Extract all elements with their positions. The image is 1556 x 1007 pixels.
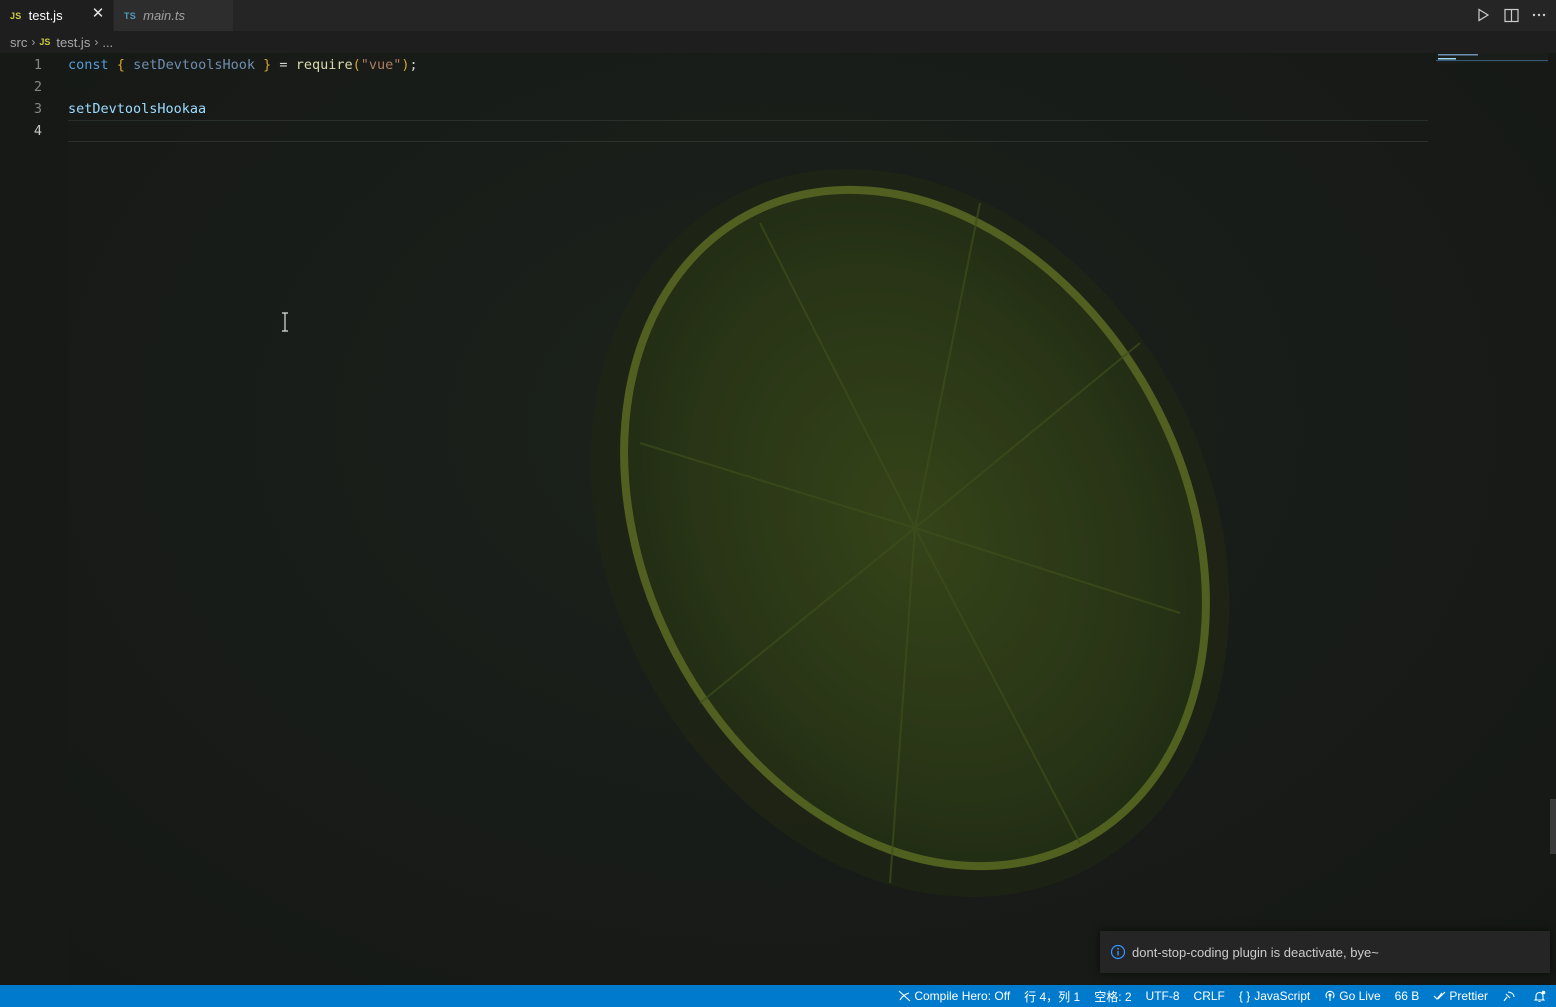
breadcrumb: src › JS test.js › ... <box>0 31 1556 53</box>
info-icon <box>1110 944 1126 960</box>
code-line-1[interactable]: const { setDevtoolsHook } = require("vue… <box>68 54 418 76</box>
braces-icon: { } <box>1238 989 1251 1003</box>
double-check-icon <box>1433 991 1446 1000</box>
bell-icon <box>1533 990 1546 1002</box>
breadcrumb-folder[interactable]: src <box>10 35 27 50</box>
minimap[interactable] <box>1436 53 1548 63</box>
status-indentation[interactable]: 空格: 2 <box>1087 985 1138 1007</box>
operator: = <box>279 57 288 73</box>
status-language[interactable]: { } JavaScript <box>1232 985 1317 1007</box>
file-size-label: 66 B <box>1394 989 1420 1003</box>
scrollbar-thumb[interactable] <box>1550 799 1556 854</box>
editor-actions <box>1474 6 1548 24</box>
string-literal: "vue" <box>360 57 402 73</box>
vertical-scrollbar[interactable] <box>1550 53 1556 985</box>
line-number-gutter: 1 2 3 4 <box>0 53 68 985</box>
split-editor-icon[interactable] <box>1502 6 1520 24</box>
paren: ) <box>401 57 410 73</box>
line-number: 2 <box>33 79 42 95</box>
breadcrumb-file[interactable]: test.js <box>56 35 90 50</box>
breadcrumb-symbols[interactable]: ... <box>102 35 113 50</box>
javascript-file-icon: JS <box>39 37 51 47</box>
language-label: JavaScript <box>1254 989 1311 1003</box>
semicolon: ; <box>409 57 418 73</box>
broadcast-icon <box>1325 990 1335 1001</box>
status-prettier[interactable]: Prettier <box>1426 985 1495 1007</box>
prettier-label: Prettier <box>1449 989 1488 1003</box>
javascript-file-icon: JS <box>10 10 22 21</box>
feedback-icon <box>1503 990 1515 1001</box>
text-cursor-icon <box>282 312 288 332</box>
function-name: require <box>295 57 353 73</box>
status-bar: Compile Hero: Off 行 4，列 1 空格: 2 UTF-8 CR… <box>0 985 1556 1007</box>
identifier: setDevtoolsHook <box>133 57 255 73</box>
tab-label: main.ts <box>143 8 186 23</box>
brace: } <box>263 57 272 73</box>
go-live-label: Go Live <box>1339 989 1381 1003</box>
status-go-live[interactable]: Go Live <box>1317 985 1387 1007</box>
status-compile-hero[interactable]: Compile Hero: Off <box>891 985 1017 1007</box>
tab-test-js[interactable]: JS test.js ✕ <box>0 0 113 31</box>
chevron-right-icon: › <box>94 35 99 49</box>
notification-toast[interactable]: dont-stop-coding plugin is deactivate, b… <box>1100 931 1550 973</box>
typescript-file-icon: TS <box>124 10 137 21</box>
indentation-label: 空格: 2 <box>1094 989 1132 1004</box>
more-actions-icon[interactable] <box>1530 6 1548 24</box>
code-line-3[interactable]: setDevtoolsHookaa <box>68 98 206 120</box>
eol-label: CRLF <box>1193 989 1225 1003</box>
keyword-const: const <box>68 57 109 73</box>
broadcast-off-icon <box>898 990 911 1002</box>
close-icon[interactable]: ✕ <box>91 6 105 21</box>
status-file-size: 66 B <box>1388 985 1427 1007</box>
cursor-position-label: 行 4，列 1 <box>1024 989 1081 1004</box>
status-eol[interactable]: CRLF <box>1187 985 1232 1007</box>
compile-hero-label: Compile Hero: Off <box>914 989 1011 1003</box>
status-feedback[interactable] <box>1495 985 1526 1007</box>
status-encoding[interactable]: UTF-8 <box>1139 985 1187 1007</box>
chevron-right-icon: › <box>31 35 36 49</box>
tab-label: test.js <box>28 8 63 23</box>
line-number: 4 <box>33 123 42 139</box>
code-area[interactable]: const { setDevtoolsHook } = require("vue… <box>68 53 1428 985</box>
tab-main-ts[interactable]: TS main.ts <box>114 0 233 31</box>
editor[interactable]: 1 2 3 4 const { setDevtoolsHook } = requ… <box>0 53 1556 985</box>
status-cursor-position[interactable]: 行 4，列 1 <box>1017 985 1087 1007</box>
brace: { <box>116 57 125 73</box>
tab-bar: JS test.js ✕ TS main.ts <box>0 0 1556 31</box>
status-notifications[interactable] <box>1526 985 1556 1007</box>
run-icon[interactable] <box>1474 6 1492 24</box>
notification-message: dont-stop-coding plugin is deactivate, b… <box>1132 944 1379 960</box>
paren: ( <box>352 57 361 73</box>
line-number: 3 <box>33 101 42 117</box>
encoding-label: UTF-8 <box>1145 989 1180 1003</box>
line-number: 1 <box>33 57 42 73</box>
